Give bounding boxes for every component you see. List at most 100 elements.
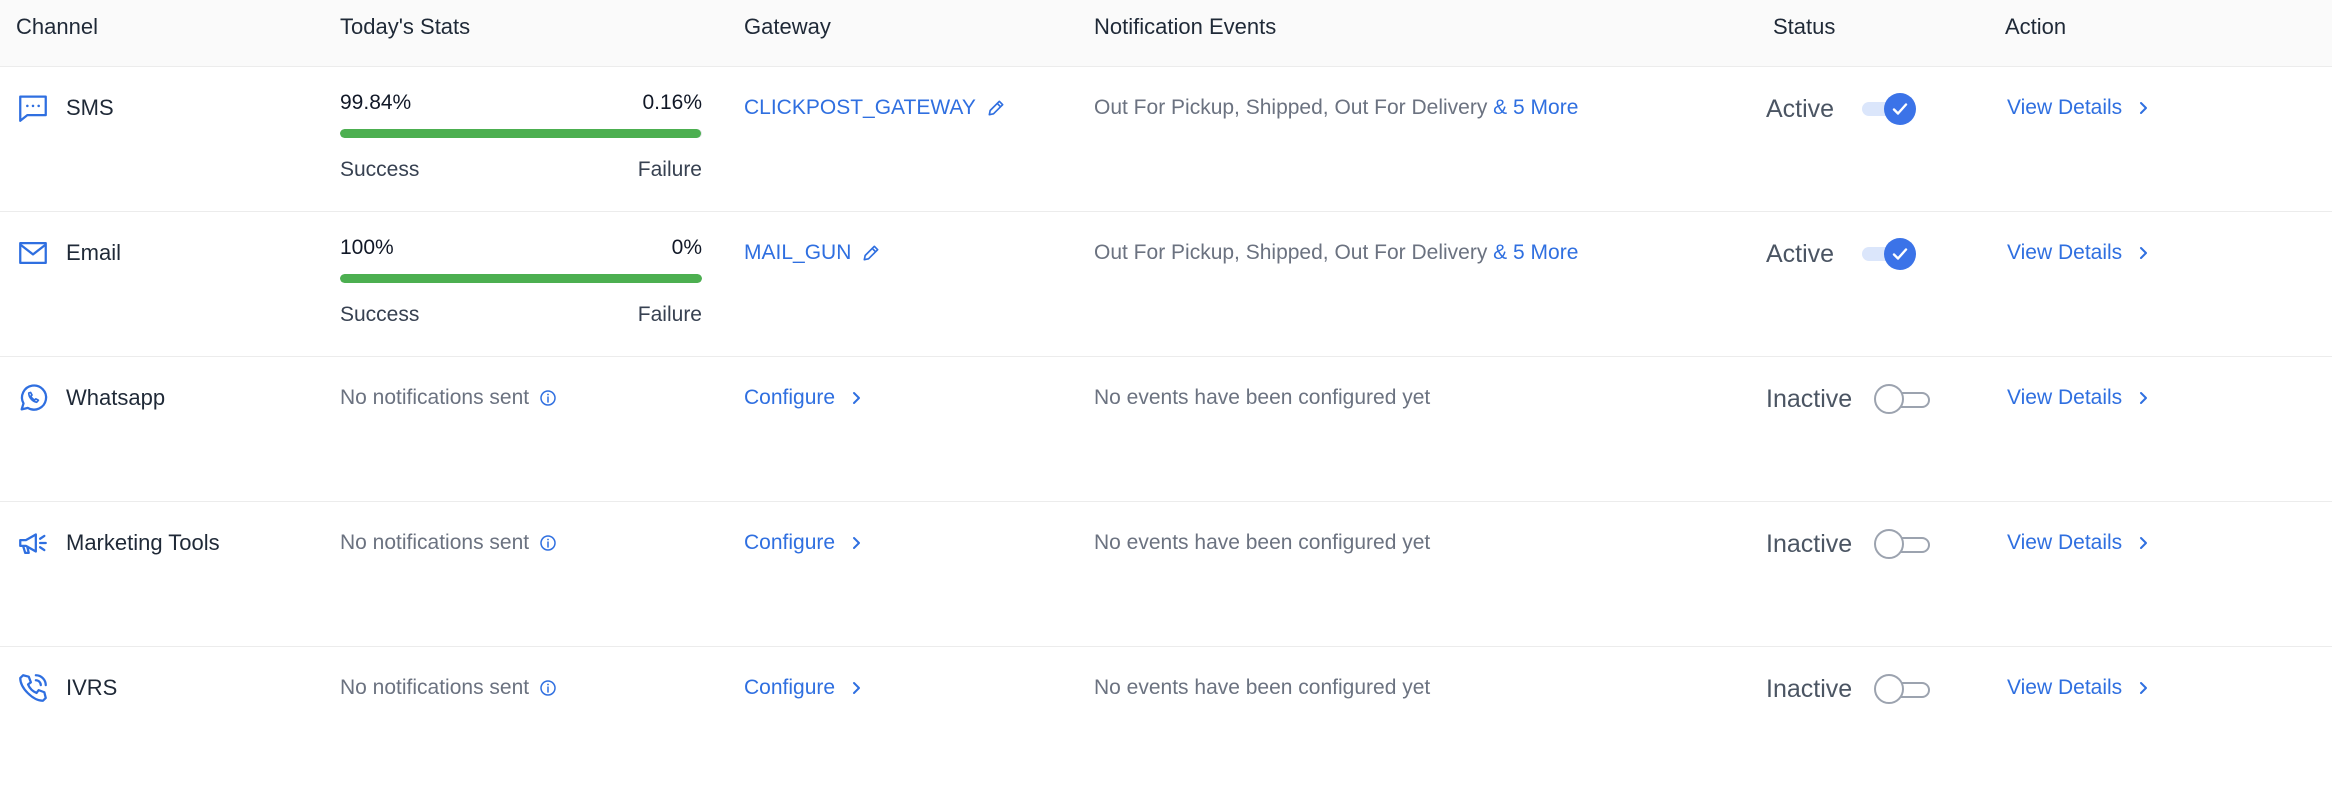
no-stats: No notifications sent xyxy=(340,671,557,705)
table-row-ivrs: IVRS No notifications sent Configure No … xyxy=(0,647,2332,791)
no-notifications-text: No notifications sent xyxy=(340,386,530,409)
configure-label[interactable]: Configure xyxy=(744,671,835,705)
gateway-name[interactable]: MAIL_GUN xyxy=(744,236,851,270)
channel-name: IVRS xyxy=(66,675,118,700)
notification-events: No events have been configured yet xyxy=(1094,381,1430,415)
success-rate: 99.84% xyxy=(340,91,412,114)
configure-label[interactable]: Configure xyxy=(744,526,835,560)
configure-label[interactable]: Configure xyxy=(744,381,835,415)
megaphone-icon xyxy=(16,526,50,560)
success-rate: 100% xyxy=(340,236,394,259)
no-notifications-text: No notifications sent xyxy=(340,531,530,554)
channel-name: SMS xyxy=(66,95,114,120)
view-details-label[interactable]: View Details xyxy=(2007,526,2122,560)
header-status: Status xyxy=(1773,14,1836,39)
status-label: Inactive xyxy=(1766,529,1853,558)
events-text: No events have been configured yet xyxy=(1094,531,1431,554)
status-toggle[interactable] xyxy=(1874,382,1932,416)
view-details-label[interactable]: View Details xyxy=(2007,671,2122,705)
status-cell: Inactive xyxy=(1766,671,1932,707)
table-row-email: Email 100% 0% Success Failure MAIL_GUN O… xyxy=(0,212,2332,357)
success-label: Success xyxy=(340,158,420,181)
view-details-link[interactable]: View Details xyxy=(2007,91,2150,125)
view-details-link[interactable]: View Details xyxy=(2007,671,2150,705)
configure-link[interactable]: Configure xyxy=(744,671,863,705)
success-progress-fill xyxy=(340,274,702,283)
header-action: Action xyxy=(2005,14,2067,39)
status-cell: Active xyxy=(1766,236,1918,272)
status-label: Inactive xyxy=(1766,384,1853,413)
pencil-icon[interactable] xyxy=(986,98,1006,118)
no-notifications-text: No notifications sent xyxy=(340,676,530,699)
check-icon xyxy=(1884,93,1916,125)
success-progress-fill xyxy=(340,129,702,138)
success-progress-bar xyxy=(340,129,702,138)
notification-events: Out For Pickup, Shipped, Out For Deliver… xyxy=(1094,91,1578,125)
gateway-link[interactable]: MAIL_GUN xyxy=(744,236,881,270)
check-icon xyxy=(1884,238,1916,270)
view-details-link[interactable]: View Details xyxy=(2007,526,2150,560)
table-row-whatsapp: Whatsapp No notifications sent Configure… xyxy=(0,357,2332,502)
chevron-right-icon xyxy=(2136,391,2150,405)
header-events: Notification Events xyxy=(1094,14,1277,39)
header-stats: Today's Stats xyxy=(340,14,471,39)
chevron-right-icon xyxy=(849,536,863,550)
gateway-link[interactable]: CLICKPOST_GATEWAY xyxy=(744,91,1006,125)
chevron-right-icon xyxy=(2136,536,2150,550)
failure-label: Failure xyxy=(637,303,702,326)
gateway-name[interactable]: CLICKPOST_GATEWAY xyxy=(744,91,976,125)
whatsapp-icon xyxy=(16,381,50,415)
failure-rate: 0% xyxy=(671,236,702,259)
chevron-right-icon xyxy=(849,681,863,695)
view-details-link[interactable]: View Details xyxy=(2007,236,2150,270)
status-label: Active xyxy=(1766,94,1835,123)
info-icon[interactable] xyxy=(539,534,557,552)
pencil-icon[interactable] xyxy=(861,243,881,263)
status-cell: Inactive xyxy=(1766,381,1932,417)
status-cell: Inactive xyxy=(1766,526,1932,562)
events-text: Out For Pickup, Shipped, Out For Deliver… xyxy=(1094,241,1488,264)
events-text: No events have been configured yet xyxy=(1094,386,1431,409)
envelope-icon xyxy=(16,236,50,270)
no-stats: No notifications sent xyxy=(340,526,557,560)
view-details-label[interactable]: View Details xyxy=(2007,381,2122,415)
view-details-link[interactable]: View Details xyxy=(2007,381,2150,415)
status-toggle[interactable] xyxy=(1862,91,1918,127)
info-icon[interactable] xyxy=(539,679,557,697)
status-label: Active xyxy=(1766,239,1835,268)
chevron-right-icon xyxy=(2136,246,2150,260)
header-channel: Channel xyxy=(16,14,98,39)
chat-bubble-icon xyxy=(16,91,50,125)
status-cell: Active xyxy=(1766,91,1918,127)
phone-call-icon xyxy=(16,671,50,705)
chevron-right-icon xyxy=(849,391,863,405)
events-text: Out For Pickup, Shipped, Out For Deliver… xyxy=(1094,96,1488,119)
success-label: Success xyxy=(340,303,420,326)
events-more-link[interactable]: & 5 More xyxy=(1493,241,1578,264)
table-row-marketing-tools: Marketing Tools No notifications sent Co… xyxy=(0,502,2332,647)
status-label: Inactive xyxy=(1766,674,1853,703)
table-row-sms: SMS 99.84% 0.16% Success Failure CLICKPO… xyxy=(0,67,2332,212)
status-toggle[interactable] xyxy=(1874,527,1932,561)
no-stats: No notifications sent xyxy=(340,381,557,415)
header-gateway: Gateway xyxy=(744,14,831,39)
status-toggle[interactable] xyxy=(1862,236,1918,272)
channel-name: Marketing Tools xyxy=(66,530,220,555)
channels-table: Channel Today's Stats Gateway Notificati… xyxy=(0,0,2332,791)
chevron-right-icon xyxy=(2136,101,2150,115)
view-details-label[interactable]: View Details xyxy=(2007,236,2122,270)
chevron-right-icon xyxy=(2136,681,2150,695)
notification-events: No events have been configured yet xyxy=(1094,526,1430,560)
configure-link[interactable]: Configure xyxy=(744,526,863,560)
success-progress-bar xyxy=(340,274,702,283)
info-icon[interactable] xyxy=(539,389,557,407)
stats-block: 99.84% 0.16% Success Failure xyxy=(340,89,702,184)
view-details-label[interactable]: View Details xyxy=(2007,91,2122,125)
events-more-link[interactable]: & 5 More xyxy=(1493,96,1578,119)
configure-link[interactable]: Configure xyxy=(744,381,863,415)
stats-block: 100% 0% Success Failure xyxy=(340,234,702,329)
notification-events: No events have been configured yet xyxy=(1094,671,1430,705)
events-text: No events have been configured yet xyxy=(1094,676,1431,699)
status-toggle[interactable] xyxy=(1874,672,1932,706)
notification-events: Out For Pickup, Shipped, Out For Deliver… xyxy=(1094,236,1578,270)
